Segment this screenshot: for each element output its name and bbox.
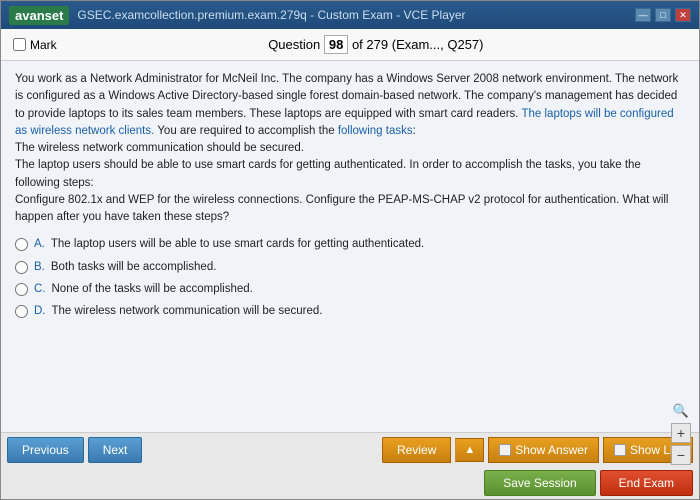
answers-section: A. The laptop users will be able to use …	[15, 236, 685, 320]
total-questions: of 279	[352, 37, 388, 52]
maximize-button[interactable]: □	[655, 8, 671, 22]
label-a: A.	[34, 236, 45, 253]
question-body-text: You work as a Network Administrator for …	[15, 73, 678, 137]
window-title: GSEC.examcollection.premium.exam.279q - …	[77, 8, 465, 22]
label-d: D.	[34, 303, 46, 320]
question-info: Question 98 of 279 (Exam..., Q257)	[65, 35, 687, 54]
zoom-out-button[interactable]: −	[671, 445, 691, 465]
show-answer-button[interactable]: Show Answer	[488, 437, 599, 463]
next-button[interactable]: Next	[88, 437, 143, 463]
show-answer-label: Show Answer	[515, 443, 588, 457]
zoom-in-button[interactable]: +	[671, 423, 691, 443]
toolbar-row2: Save Session End Exam	[1, 467, 699, 499]
answer-text-c: None of the tasks will be accomplished.	[52, 281, 253, 298]
minimize-button[interactable]: —	[635, 8, 651, 22]
answer-option-a[interactable]: A. The laptop users will be able to use …	[15, 236, 685, 253]
question-header: Mark Question 98 of 279 (Exam..., Q257)	[1, 29, 699, 61]
answer-option-b[interactable]: B. Both tasks will be accomplished.	[15, 259, 685, 276]
close-button[interactable]: ✕	[675, 8, 691, 22]
search-icon[interactable]: 🔍	[671, 401, 691, 421]
previous-button[interactable]: Previous	[7, 437, 84, 463]
label-b: B.	[34, 259, 45, 276]
title-bar: avanset GSEC.examcollection.premium.exam…	[1, 1, 699, 29]
review-button[interactable]: Review	[382, 437, 451, 463]
mark-section: Mark	[13, 38, 57, 52]
radio-b[interactable]	[15, 261, 28, 274]
steps-text: Configure 802.1x and WEP for the wireles…	[15, 194, 668, 223]
main-content: Mark Question 98 of 279 (Exam..., Q257) …	[1, 29, 699, 499]
app-window: avanset GSEC.examcollection.premium.exam…	[0, 0, 700, 500]
mark-checkbox[interactable]	[13, 38, 26, 51]
review-arrow-button[interactable]: ▲	[455, 438, 484, 462]
task-wireless: The wireless network communication shoul…	[15, 142, 304, 154]
radio-c[interactable]	[15, 283, 28, 296]
content-wrapper: You work as a Network Administrator for …	[1, 61, 699, 432]
label-c: C.	[34, 281, 46, 298]
question-label: Question	[268, 37, 320, 52]
end-exam-button[interactable]: End Exam	[600, 470, 693, 496]
question-body: You work as a Network Administrator for …	[1, 61, 699, 432]
show-answer-checkbox-icon	[499, 444, 511, 456]
question-number: 98	[324, 35, 348, 54]
window-controls: — □ ✕	[635, 8, 691, 22]
exam-info: (Exam..., Q257)	[392, 37, 484, 52]
show-list-checkbox-icon	[614, 444, 626, 456]
answer-text-a: The laptop users will be able to use sma…	[51, 236, 424, 253]
title-bar-left: avanset GSEC.examcollection.premium.exam…	[9, 6, 466, 25]
toolbar-row1: Previous Next Review ▲ Show Answer Show …	[1, 433, 699, 467]
sidebar-controls: 🔍 + −	[671, 401, 691, 465]
question-text: You work as a Network Administrator for …	[15, 71, 685, 226]
bottom-toolbar: Previous Next Review ▲ Show Answer Show …	[1, 432, 699, 499]
task-laptop: The laptop users should be able to use s…	[15, 159, 641, 188]
answer-text-d: The wireless network communication will …	[52, 303, 323, 320]
answer-text-b: Both tasks will be accomplished.	[51, 259, 217, 276]
answer-option-d[interactable]: D. The wireless network communication wi…	[15, 303, 685, 320]
radio-d[interactable]	[15, 305, 28, 318]
radio-a[interactable]	[15, 238, 28, 251]
save-session-button[interactable]: Save Session	[484, 470, 595, 496]
mark-label[interactable]: Mark	[30, 38, 57, 52]
answer-option-c[interactable]: C. None of the tasks will be accomplishe…	[15, 281, 685, 298]
app-logo: avanset	[9, 6, 69, 25]
